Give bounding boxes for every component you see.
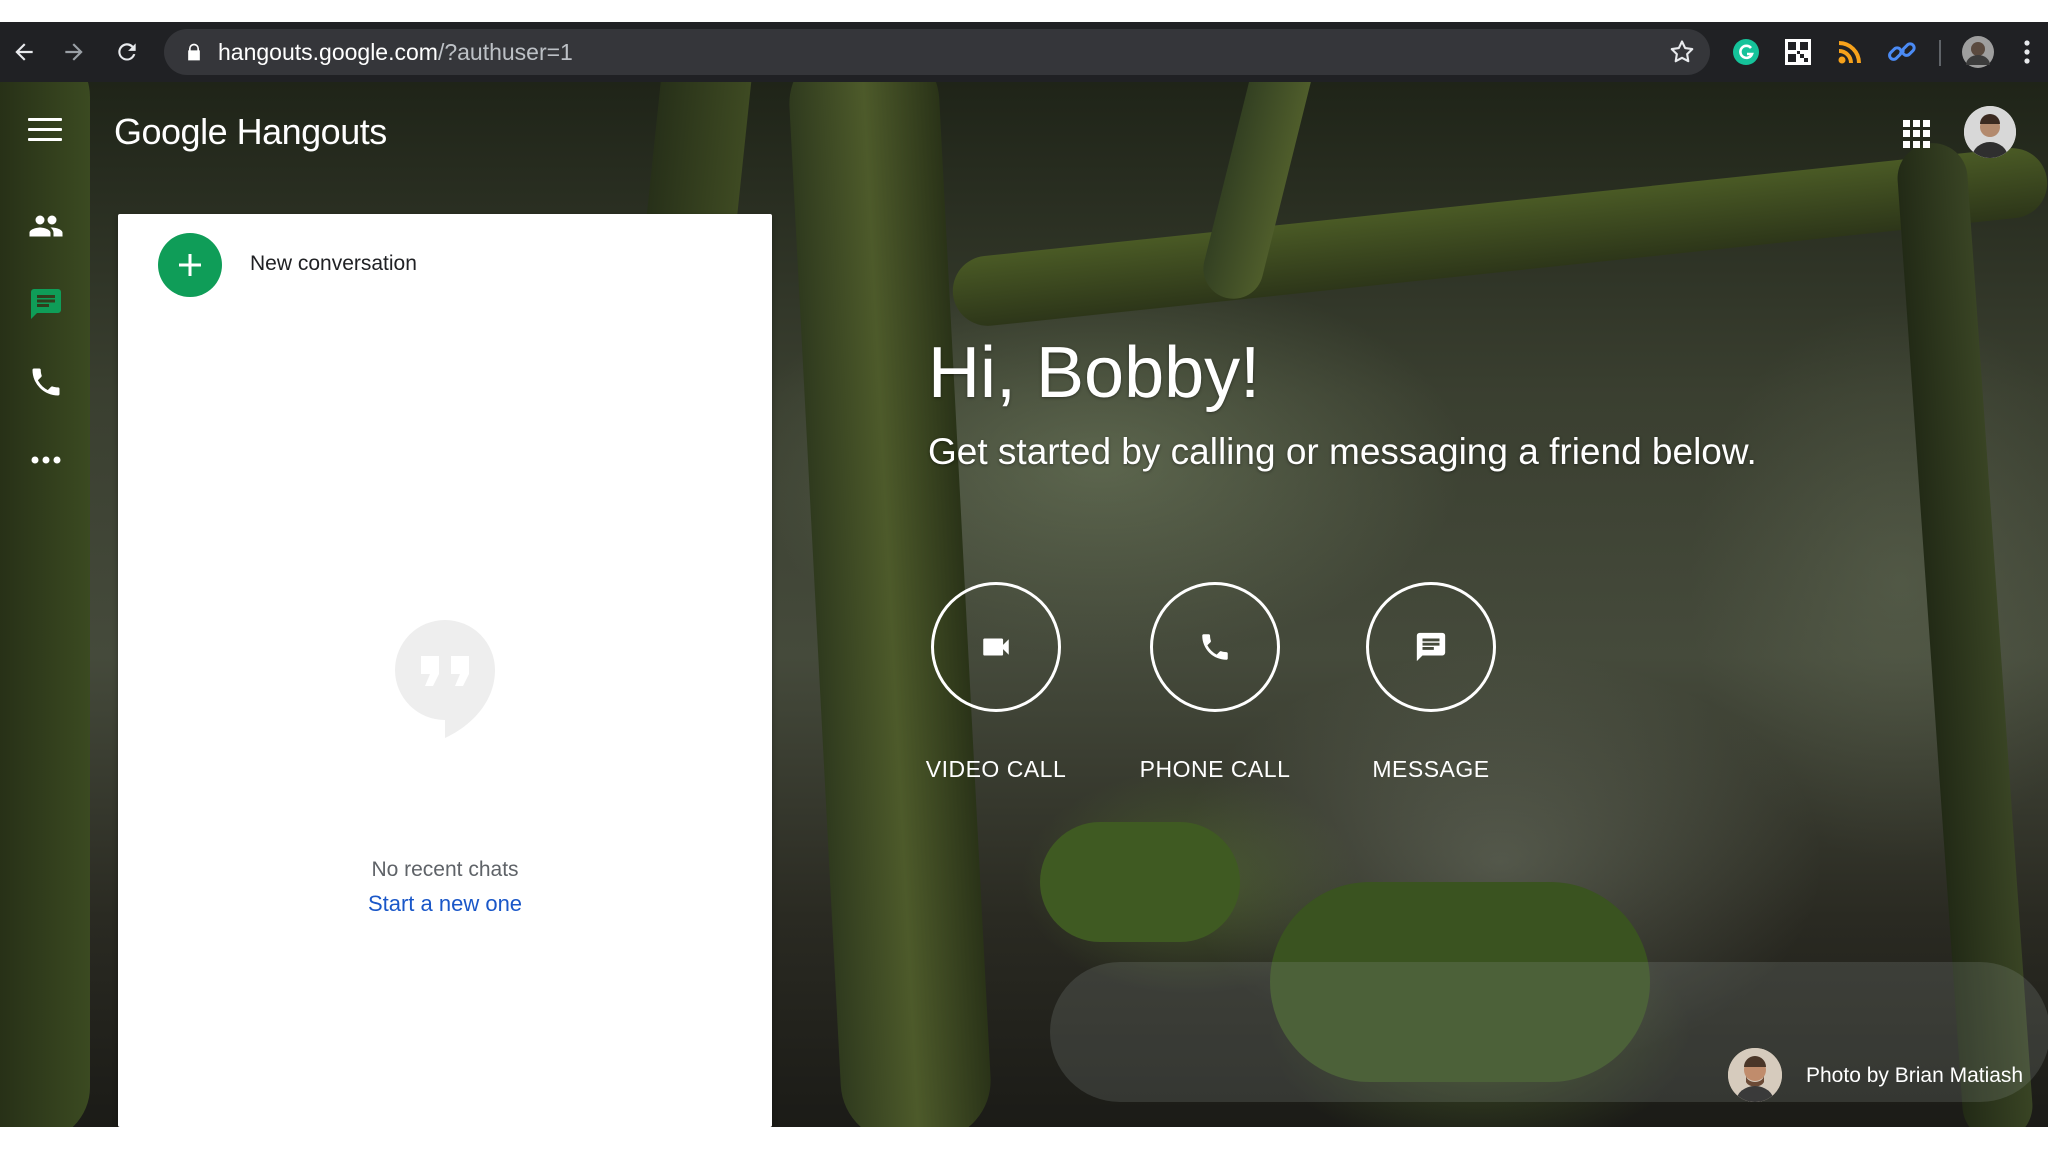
background-branch bbox=[949, 144, 2048, 330]
video-call-label: VIDEO CALL bbox=[925, 756, 1067, 782]
phone-call-circle[interactable] bbox=[1150, 582, 1280, 712]
main-menu-button[interactable] bbox=[28, 118, 62, 144]
sidebar-item-conversations[interactable] bbox=[26, 284, 66, 324]
photographer-avatar[interactable] bbox=[1728, 1048, 1782, 1102]
profile-button[interactable] bbox=[1960, 34, 1996, 70]
hangouts-app: Google Hangouts New conversation No rece… bbox=[0, 82, 2048, 1127]
message-icon bbox=[1416, 632, 1446, 662]
people-icon bbox=[29, 215, 63, 237]
forward-arrow-icon bbox=[65, 43, 83, 61]
rss-extension-icon bbox=[1838, 41, 1861, 64]
reload-icon bbox=[118, 43, 136, 61]
phone-icon bbox=[32, 368, 60, 396]
back-arrow-icon bbox=[15, 43, 33, 61]
reload-button[interactable] bbox=[107, 32, 147, 72]
link-extension-icon bbox=[1888, 42, 1916, 61]
greeting-heading: Hi, Bobby! bbox=[928, 333, 1261, 413]
video-call-circle[interactable] bbox=[931, 582, 1061, 712]
phone-call-button[interactable]: PHONE CALL bbox=[1115, 582, 1315, 783]
profile-avatar-icon bbox=[1962, 36, 1994, 68]
menu-kebab-icon bbox=[2024, 40, 2030, 64]
account-avatar-icon bbox=[1964, 106, 2016, 158]
video-call-button[interactable]: VIDEO CALL bbox=[896, 582, 1096, 783]
message-label: MESSAGE bbox=[1372, 756, 1490, 782]
phone-call-label: PHONE CALL bbox=[1139, 756, 1291, 782]
conversations-panel: New conversation No recent chats Start a… bbox=[118, 214, 772, 1127]
grammarly-extension[interactable] bbox=[1730, 36, 1762, 68]
start-new-one-link[interactable]: Start a new one bbox=[118, 891, 772, 917]
new-conversation-button[interactable] bbox=[158, 233, 222, 297]
message-button[interactable]: MESSAGE bbox=[1331, 582, 1531, 783]
message-circle[interactable] bbox=[1366, 582, 1496, 712]
chat-icon bbox=[31, 289, 61, 319]
forward-button[interactable] bbox=[54, 32, 94, 72]
url-domain: hangouts.google.com bbox=[218, 39, 438, 65]
phone-icon bbox=[1202, 634, 1228, 660]
no-recent-chats-text: No recent chats bbox=[371, 858, 519, 881]
apps-grid-icon[interactable] bbox=[1903, 120, 1931, 148]
lock-icon bbox=[188, 43, 200, 61]
logo-google: Google bbox=[114, 111, 228, 152]
bottom-edge bbox=[0, 1127, 2048, 1152]
logo-product: Hangouts bbox=[236, 111, 388, 152]
qr-extension[interactable] bbox=[1782, 36, 1814, 68]
account-avatar[interactable] bbox=[1964, 106, 2016, 158]
rss-extension[interactable] bbox=[1834, 36, 1866, 68]
browser-toolbar: hangouts.google.com/?authuser=1 bbox=[0, 22, 2048, 82]
browser-menu-button[interactable] bbox=[2012, 36, 2042, 68]
plus-icon bbox=[179, 254, 201, 276]
back-button[interactable] bbox=[4, 32, 44, 72]
photographer-avatar-icon bbox=[1728, 1048, 1782, 1102]
video-camera-icon bbox=[983, 638, 1009, 656]
grammarly-extension-icon bbox=[1733, 39, 1759, 65]
url-path: /?authuser=1 bbox=[437, 39, 573, 65]
toolbar-separator bbox=[1939, 40, 1941, 66]
bookmark-star-icon[interactable] bbox=[1668, 38, 1696, 66]
url-text: hangouts.google.com/?authuser=1 bbox=[218, 39, 573, 65]
sidebar-item-more[interactable] bbox=[26, 440, 66, 480]
sidebar-item-contacts[interactable] bbox=[26, 206, 66, 246]
hangouts-quote-icon bbox=[395, 620, 495, 738]
sidebar-item-phone-calls[interactable] bbox=[26, 362, 66, 402]
top-edge bbox=[0, 0, 2048, 22]
qr-extension-icon bbox=[1785, 39, 1811, 65]
greeting-subtitle: Get started by calling or messaging a fr… bbox=[928, 431, 1757, 472]
hangouts-logo: Google Hangouts bbox=[114, 110, 387, 154]
address-bar[interactable]: hangouts.google.com/?authuser=1 bbox=[164, 29, 1710, 75]
more-horizontal-icon bbox=[31, 456, 61, 464]
photo-credit[interactable]: Photo by Brian Matiash bbox=[1806, 1064, 2023, 1088]
link-extension[interactable] bbox=[1886, 36, 1918, 68]
background-rock bbox=[1040, 822, 1240, 942]
new-conversation-label[interactable]: New conversation bbox=[250, 252, 417, 276]
